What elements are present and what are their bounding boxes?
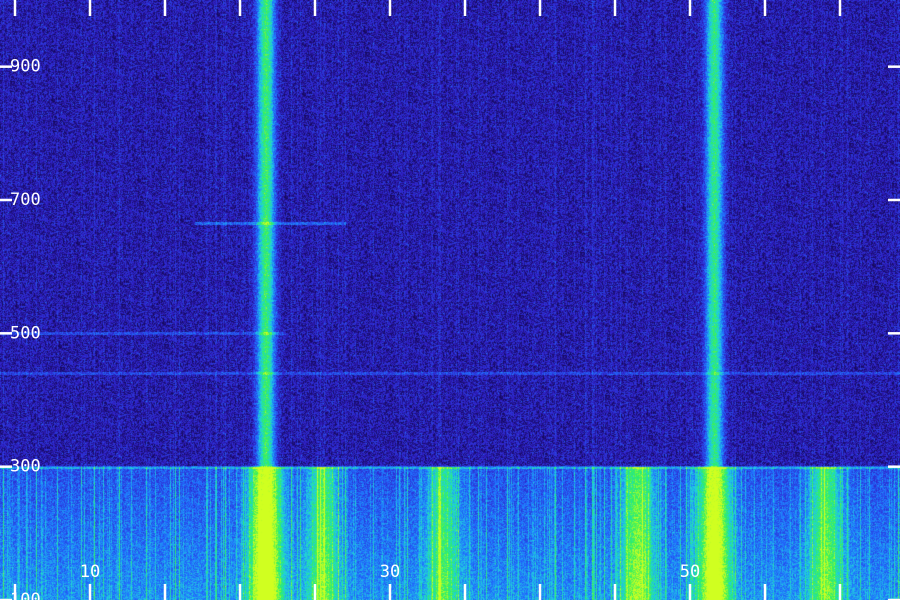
x-tick-label-30: 30 xyxy=(380,562,400,582)
x-tick-label-10: 10 xyxy=(80,562,100,582)
y-tick-label-900: 900 xyxy=(10,57,41,77)
x-tick-label-50: 50 xyxy=(680,562,700,582)
spectrogram-heatmap xyxy=(0,0,900,600)
y-tick-label-700: 700 xyxy=(10,190,41,210)
y-tick-label-300: 300 xyxy=(10,457,41,477)
y-tick-label-100: 100 xyxy=(10,590,41,600)
spectrogram-chart: 100 300 500 700 900 10 30 50 xyxy=(0,0,900,600)
y-tick-label-500: 500 xyxy=(10,323,41,343)
